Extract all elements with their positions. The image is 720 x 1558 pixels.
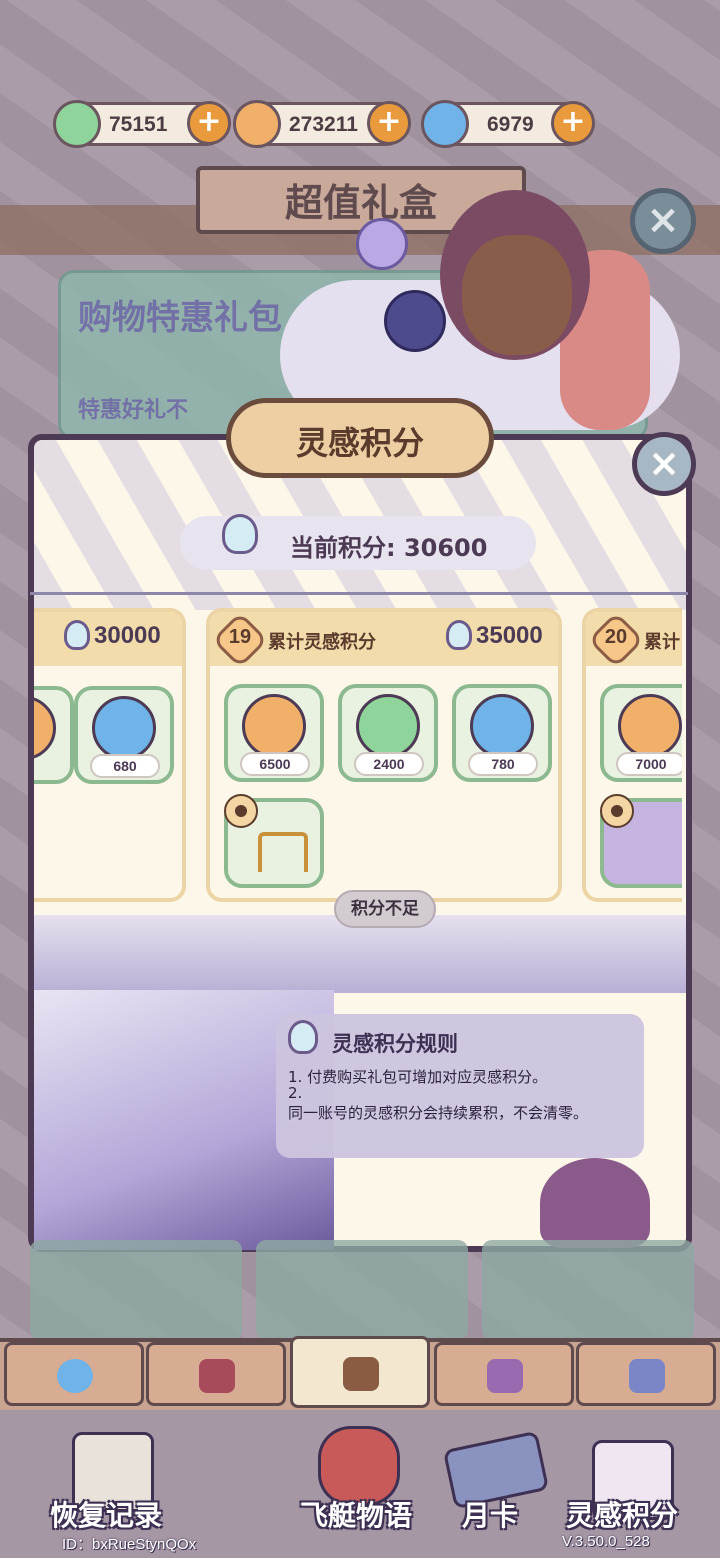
lightbulb-icon [288, 1020, 318, 1054]
current-score-label: 当前积分: 30600 [290, 534, 488, 562]
shop-item-bundle[interactable] [256, 1240, 468, 1340]
item-quantity: 780 [468, 752, 538, 776]
spiral-gem-icon [57, 1359, 93, 1393]
reward-card-18: 30000 680 [34, 608, 186, 902]
lightbulb-icon [64, 620, 90, 650]
tab-clothing[interactable] [146, 1342, 286, 1406]
spiral-gem-icon [421, 100, 469, 148]
currency-coin-value: 273211 [289, 113, 358, 136]
leaf-coin-icon [618, 694, 682, 758]
clover-gem-icon [53, 100, 101, 148]
reward-item[interactable]: 780 [452, 684, 552, 782]
reward-card-20: 20 累计 7000 [582, 608, 682, 902]
add-coin-button[interactable]: + [367, 101, 411, 145]
leaf-coin-icon [34, 696, 56, 760]
preview-eye-icon[interactable] [600, 794, 634, 828]
reward-item[interactable]: 7000 [600, 684, 682, 782]
spiral-gem-icon [92, 696, 156, 760]
shirt-icon [199, 1359, 235, 1393]
card-level: 20 [604, 626, 628, 648]
tab-gift[interactable] [290, 1336, 430, 1408]
leaf-coin-icon [242, 694, 306, 758]
item-quantity: 6500 [240, 752, 310, 776]
monthly-card-button[interactable]: 月卡 [462, 1494, 518, 1534]
clover-gem-icon [356, 694, 420, 758]
background-close-icon[interactable]: × [630, 188, 696, 254]
add-clover-button[interactable]: + [187, 101, 231, 145]
modal-title: 灵感积分 [295, 424, 424, 462]
tab-gems[interactable] [4, 1342, 144, 1406]
add-spiral-button[interactable]: + [551, 101, 595, 145]
rules-line-1: 1. 付费购买礼包可增加对应灵感积分。 [288, 1068, 548, 1086]
item-quantity: 680 [90, 754, 160, 778]
reward-item[interactable]: 6500 [224, 684, 324, 782]
shop-item-bundle[interactable] [30, 1240, 242, 1340]
close-icon[interactable]: × [632, 432, 696, 496]
airship-story-button[interactable]: 飞艇物语 [300, 1494, 412, 1534]
not-enough-points-button[interactable]: 积分不足 [334, 890, 436, 928]
currency-clover: 75151 + [53, 100, 231, 148]
restore-records-button[interactable]: 恢复记录 [50, 1494, 162, 1534]
rules-line-3: 同一账号的灵感积分会持续累积，不会清零。 [288, 1104, 589, 1122]
fence-icon [258, 832, 308, 872]
rules-title: 灵感积分规则 [332, 1032, 458, 1056]
scroll-icon [487, 1359, 523, 1393]
friends-icon [629, 1359, 665, 1393]
reward-card-19: 19 累计灵感积分 35000 6500 2400 780 [206, 608, 562, 902]
crystal-ball-icon [384, 290, 446, 352]
currency-coin: 273211 + [233, 100, 411, 148]
card-requirement: 30000 [94, 622, 161, 649]
crystal-orb-icon [356, 218, 408, 270]
card-label: 累计 [644, 632, 680, 653]
currency-spiral-value: 6979 [487, 113, 534, 136]
lightbulb-icon [446, 620, 472, 650]
preview-eye-icon[interactable] [224, 794, 258, 828]
witch-hat-icon [540, 1158, 650, 1248]
shop-item-bundle[interactable] [482, 1240, 694, 1340]
background-panel-subtitle: 特惠好礼不 [78, 398, 189, 423]
tab-scroll[interactable] [434, 1342, 574, 1406]
divider [30, 592, 688, 595]
item-quantity: 2400 [354, 752, 424, 776]
version-label: V.3.50.0_528 [562, 1533, 650, 1550]
gift-icon [343, 1357, 379, 1391]
tab-friends[interactable] [576, 1342, 716, 1406]
leaf-coin-icon [233, 100, 281, 148]
currency-clover-value: 75151 [109, 113, 168, 136]
reward-item-furniture[interactable] [224, 794, 324, 888]
card-requirement: 35000 [476, 622, 543, 649]
lightbulb-icon [222, 514, 258, 554]
rules-line-2: 2. [288, 1084, 303, 1102]
character-face [462, 235, 572, 355]
inspiration-points-button[interactable]: 灵感积分 [566, 1494, 678, 1534]
reward-item[interactable]: 2400 [338, 684, 438, 782]
background-panel-title: 购物特惠礼包 [78, 298, 282, 338]
card-level: 19 [228, 626, 252, 648]
item-quantity: 7000 [616, 752, 682, 776]
card-label: 累计灵感积分 [268, 632, 376, 653]
reward-item[interactable]: 680 [74, 686, 174, 784]
spiral-gem-icon [470, 694, 534, 758]
reward-item-furniture[interactable] [600, 794, 682, 888]
currency-spiral: 6979 + [421, 100, 595, 148]
reward-item[interactable] [34, 686, 74, 784]
user-id: ID：bxRueStynQOx [62, 1536, 197, 1553]
